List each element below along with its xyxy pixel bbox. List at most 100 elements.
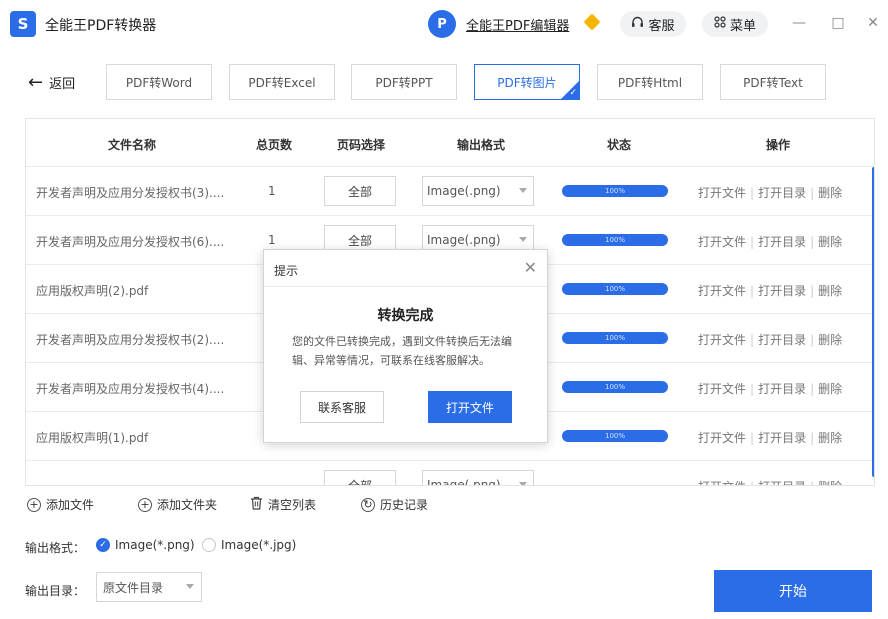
table-scrollbar[interactable] <box>872 167 874 477</box>
format-select[interactable]: Image(.png) <box>422 470 534 485</box>
file-name: 应用版权声明(2).pdf <box>36 284 149 298</box>
row-ops: 打开文件|打开目录|删除 <box>698 429 842 446</box>
row-ops: 打开文件|打开目录|删除 <box>698 478 842 485</box>
progress-bar: 100% <box>562 381 668 393</box>
radio-jpg[interactable]: Image(*.jpg) <box>202 538 296 552</box>
row-ops: 打开文件|打开目录|删除 <box>698 233 842 250</box>
add-folder-label: 添加文件夹 <box>157 498 218 512</box>
tab-label: PDF转Excel <box>248 75 316 90</box>
file-name: 开发者声明及应用分发授权书(2).... <box>36 333 225 347</box>
open-file-link[interactable]: 打开文件 <box>698 186 746 200</box>
open-file-link[interactable]: 打开文件 <box>698 431 746 445</box>
tab-pdf-excel[interactable]: PDF转Excel <box>229 64 335 100</box>
tab-label: PDF转PPT <box>375 75 433 90</box>
add-file-label: 添加文件 <box>46 498 95 512</box>
dialog-heading: 转换完成 <box>377 308 434 324</box>
open-dir-link[interactable]: 打开目录 <box>758 333 806 347</box>
format-select[interactable]: Image(.png) <box>422 176 534 206</box>
row-ops: 打开文件|打开目录|删除 <box>698 380 842 397</box>
caret-down-icon <box>186 584 194 589</box>
separator: | <box>750 186 755 200</box>
format-value: Image(.png) <box>427 184 501 198</box>
title-bar: S 全能王PDF转换器 P 全能王PDF编辑器 客服 菜单 — □ ✕ <box>0 0 888 48</box>
delete-link[interactable]: 删除 <box>818 431 842 445</box>
open-file-link[interactable]: 打开文件 <box>698 333 746 347</box>
table-header: 文件名称 总页数 页码选择 输出格式 状态 操作 <box>26 119 874 167</box>
delete-link[interactable]: 删除 <box>818 333 842 347</box>
format-value: Image(.png) <box>427 233 501 247</box>
page-count: 1 <box>268 184 276 198</box>
tab-pdf-ppt[interactable]: PDF转PPT <box>351 64 457 100</box>
history-icon: ↻ <box>361 497 375 512</box>
open-dir-link[interactable]: 打开目录 <box>758 235 806 249</box>
open-dir-link[interactable]: 打开目录 <box>758 186 806 200</box>
delete-link[interactable]: 删除 <box>818 382 842 396</box>
row-ops: 打开文件|打开目录|删除 <box>698 331 842 348</box>
close-button[interactable]: ✕ <box>862 12 884 34</box>
open-file-button[interactable]: 打开文件 <box>428 391 512 423</box>
caret-down-icon <box>519 237 527 242</box>
output-dir-label: 输出目录： <box>25 584 86 598</box>
conversion-complete-dialog: 提示 ✕ 转换完成 您的文件已转换完成，遇到文件转换后无法编辑、异常等情况，可联… <box>263 249 548 443</box>
file-name: 开发者声明及应用分发授权书(4).... <box>36 382 225 396</box>
open-file-link[interactable]: 打开文件 <box>698 235 746 249</box>
radio-png[interactable]: ✓ Image(*.png) <box>96 538 195 552</box>
open-dir-link[interactable]: 打开目录 <box>758 431 806 445</box>
editor-link[interactable]: 全能王PDF编辑器 <box>466 15 569 34</box>
separator: | <box>810 480 814 485</box>
progress-bar: 100% <box>562 332 668 344</box>
clear-list-label: 清空列表 <box>268 498 317 512</box>
editor-logo-icon[interactable]: P <box>428 10 456 38</box>
start-button[interactable]: 开始 <box>714 570 872 612</box>
output-dir-select[interactable]: 原文件目录 <box>96 572 202 602</box>
open-dir-link[interactable]: 打开目录 <box>758 382 806 396</box>
history-label: 历史记录 <box>380 498 429 512</box>
open-file-link[interactable]: 打开文件 <box>698 480 746 485</box>
dialog-title: 提示 <box>274 264 299 278</box>
tab-label: PDF转Text <box>743 75 803 90</box>
tab-pdf-text[interactable]: PDF转Text <box>720 64 826 100</box>
open-file-link[interactable]: 打开文件 <box>698 382 746 396</box>
tab-pdf-word[interactable]: PDF转Word <box>106 64 212 100</box>
menu-label: 菜单 <box>729 18 756 34</box>
plus-circle-icon: + <box>27 497 41 512</box>
service-label: 客服 <box>648 18 675 34</box>
contact-service-button[interactable]: 联系客服 <box>300 391 384 423</box>
delete-link[interactable]: 删除 <box>818 186 842 200</box>
arrow-left-icon: ← <box>28 72 44 93</box>
header-format: 输出格式 <box>457 138 506 152</box>
close-icon[interactable]: ✕ <box>524 258 537 277</box>
tab-label: PDF转Word <box>125 75 193 90</box>
delete-link[interactable]: 删除 <box>818 480 842 485</box>
file-name: 应用版权声明(1).pdf <box>36 431 149 445</box>
caret-down-icon <box>519 188 527 193</box>
page-count: 1 <box>268 233 276 247</box>
dialog-message: 您的文件已转换完成，遇到文件转换后无法编辑、异常等情况，可联系在线客服解决。 <box>292 335 512 367</box>
tab-pdf-html[interactable]: PDF转Html <box>597 64 703 100</box>
clear-list-button[interactable]: 清空列表 <box>250 496 316 513</box>
row-ops: 打开文件|打开目录|删除 <box>698 184 842 201</box>
back-button[interactable]: ← 返回 <box>28 72 75 93</box>
maximize-button[interactable]: □ <box>827 12 849 34</box>
open-file-link[interactable]: 打开文件 <box>698 284 746 298</box>
page-range-button[interactable]: 全部 <box>324 176 396 206</box>
headset-icon <box>631 16 644 33</box>
header-range: 页码选择 <box>337 138 386 152</box>
radio-unchecked-icon <box>202 538 216 552</box>
open-dir-link[interactable]: 打开目录 <box>758 284 806 298</box>
delete-link[interactable]: 删除 <box>818 235 842 249</box>
tab-pdf-image[interactable]: PDF转图片 ✓ <box>474 64 580 100</box>
separator: | <box>810 431 815 445</box>
service-button[interactable]: 客服 <box>620 11 686 37</box>
menu-button[interactable]: 菜单 <box>702 11 768 37</box>
minimize-button[interactable]: — <box>788 12 810 34</box>
add-file-button[interactable]: + 添加文件 <box>27 496 94 513</box>
output-format-label: 输出格式： <box>25 541 86 555</box>
open-dir-link[interactable]: 打开目录 <box>758 480 806 485</box>
header-name: 文件名称 <box>108 138 157 152</box>
add-folder-button[interactable]: + 添加文件夹 <box>138 496 217 513</box>
history-button[interactable]: ↻ 历史记录 <box>361 496 428 513</box>
page-range-button[interactable]: 全部 <box>324 470 396 485</box>
progress-bar: 100% <box>562 430 668 442</box>
delete-link[interactable]: 删除 <box>818 284 842 298</box>
